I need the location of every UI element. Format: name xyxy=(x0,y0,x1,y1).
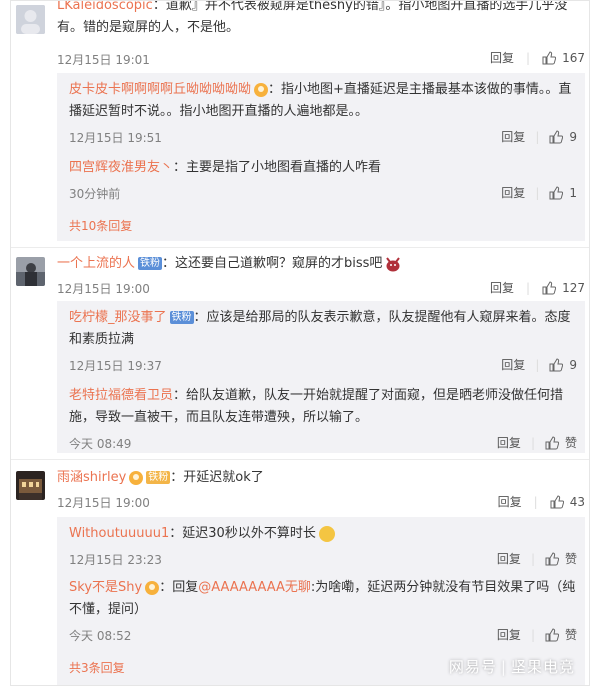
like-count: 赞 xyxy=(564,628,577,642)
like-count: 127 xyxy=(562,280,585,295)
fan-badge: 铁粉 xyxy=(138,257,163,270)
sub-reply-time: 12月15日 23:23 xyxy=(69,553,162,567)
sub-reply-text: 老特拉福德看卫员：给队友道歉，队友一开始就提醒了对面窥，但是晒老师没做任何措施，… xyxy=(69,388,564,425)
like-count: 9 xyxy=(569,129,577,144)
fan-badge: 铁粉 xyxy=(169,311,194,324)
reply-button[interactable]: 回复 xyxy=(497,434,521,451)
comment-actions: 回复 | 167 xyxy=(490,49,585,66)
sub-reply-text: Withoutuuuuu1：延迟30秒以外不算时长 xyxy=(69,523,577,545)
sub-reply-text: 四宫辉夜淮男友丶：主要是指了小地图看直播的人咋看 xyxy=(69,160,382,175)
reply-button[interactable]: 回复 xyxy=(497,550,521,567)
sub-reply-time: 30分钟前 xyxy=(69,187,121,201)
avatar[interactable] xyxy=(16,257,45,286)
laughing-emoji-icon xyxy=(318,525,335,542)
comment-time: 12月15日 19:01 xyxy=(57,53,150,67)
comment-user[interactable]: LKaleidoscopic xyxy=(57,1,153,13)
thumb-up-icon[interactable] xyxy=(549,129,564,144)
sub-reply-user[interactable]: 皮卡皮卡啊啊啊啊丘呦呦呦呦呦 xyxy=(69,82,251,97)
sub-reply-actions: 回复 | 9 xyxy=(501,128,577,145)
comment-text: LKaleidoscopic：道歉』并不代表被窥屏是theshy的错』。指小地图… xyxy=(57,0,568,35)
sub-reply-text: 皮卡皮卡啊啊啊啊丘呦呦呦呦呦 ：指小地图+直播延迟是主播最基本该做的事情。。直播延… xyxy=(69,82,572,119)
sub-reply-user[interactable]: Withoutuuuuu1 xyxy=(69,526,169,541)
sub-reply-time: 今天 08:52 xyxy=(69,629,132,643)
reply-button[interactable]: 回复 xyxy=(490,49,514,66)
thumb-up-icon[interactable] xyxy=(550,494,564,509)
like-count: 赞 xyxy=(564,552,577,566)
fan-badge: 铁粉 xyxy=(146,471,171,484)
watermark: 网易号 | 坚果电竞 xyxy=(448,658,575,676)
comment-time: 12月15日 19:00 xyxy=(57,282,150,296)
avatar[interactable] xyxy=(16,471,45,500)
sub-reply-user[interactable]: 吃柠檬_那没事了 xyxy=(69,310,167,325)
divider xyxy=(11,247,589,248)
comment-user[interactable]: 雨涵shirley xyxy=(57,470,126,485)
thumb-up-icon[interactable] xyxy=(549,185,564,200)
devil-emoji-icon xyxy=(386,256,401,271)
more-replies-link[interactable]: 共10条回复 xyxy=(69,217,132,234)
sub-reply-text: 吃柠檬_那没事了 铁粉 ：应该是给那局的队友表示歉意，队友提醒他有人窥屏来着。态度和… xyxy=(69,310,571,347)
sub-reply-time: 12月15日 19:51 xyxy=(69,131,162,145)
like-count: 9 xyxy=(569,357,577,372)
thumb-up-icon[interactable] xyxy=(542,280,557,295)
avatar[interactable] xyxy=(16,5,45,34)
reply-button[interactable]: 回复 xyxy=(501,356,525,373)
comment-user[interactable]: 一个上流的人 xyxy=(57,256,135,271)
sub-reply-actions: 回复 | 赞 xyxy=(496,626,577,643)
comment-actions: 回复 | 43 xyxy=(497,493,585,510)
comment-time: 12月15日 19:00 xyxy=(57,496,150,510)
sub-reply-text: Sky不是Shy ：回复@AAAAAAAA无聊:为啥嘞，延迟两分钟就没有节目效果了… xyxy=(69,580,576,617)
like-count: 43 xyxy=(569,494,585,509)
reply-button[interactable]: 回复 xyxy=(497,626,521,643)
reply-button[interactable]: 回复 xyxy=(501,128,525,145)
divider xyxy=(11,459,589,460)
comment-text: 一个上流的人 铁粉 ：这还要自己道歉啊？窥屏的才biss吧 xyxy=(57,253,587,275)
like-count: 1 xyxy=(569,185,577,200)
thumb-up-icon[interactable] xyxy=(545,551,559,566)
sub-reply-box: 吃柠檬_那没事了 铁粉 ：应该是给那局的队友表示歉意，队友提醒他有人窥屏来着。态度和… xyxy=(57,301,585,453)
thumb-up-icon[interactable] xyxy=(545,435,559,450)
sub-reply-actions: 回复 | 赞 xyxy=(496,550,577,567)
vip-icon xyxy=(254,82,269,97)
like-count: 167 xyxy=(562,50,585,65)
comment-panel: LKaleidoscopic：道歉』并不代表被窥屏是theshy的错』。指小地图… xyxy=(10,0,590,686)
reply-button[interactable]: 回复 xyxy=(490,279,514,296)
sub-reply-actions: 回复 | 赞 xyxy=(496,434,577,451)
more-replies-link[interactable]: 共3条回复 xyxy=(69,659,125,676)
comment-actions: 回复 | 127 xyxy=(490,279,585,296)
sub-reply-user[interactable]: 四宫辉夜淮男友丶 xyxy=(69,160,173,175)
mention-link[interactable]: @AAAAAAAA无聊 xyxy=(198,580,311,595)
thumb-up-icon[interactable] xyxy=(549,357,564,372)
comment-text: 雨涵shirley 铁粉 ：开延迟就ok了 xyxy=(57,470,264,485)
like-count: 赞 xyxy=(564,436,577,450)
sub-reply-actions: 回复 | 9 xyxy=(501,356,577,373)
reply-button[interactable]: 回复 xyxy=(498,493,522,510)
reply-button[interactable]: 回复 xyxy=(501,184,525,201)
thumb-up-icon[interactable] xyxy=(542,50,557,65)
sub-reply-box: 皮卡皮卡啊啊啊啊丘呦呦呦呦呦 ：指小地图+直播延迟是主播最基本该做的事情。。直播延… xyxy=(57,73,585,241)
sub-reply-time: 今天 08:49 xyxy=(69,437,132,451)
vip-icon xyxy=(129,470,144,485)
sub-reply-actions: 回复 | 1 xyxy=(501,184,577,201)
sub-reply-user[interactable]: 老特拉福德看卫员 xyxy=(69,388,173,403)
sub-reply-user[interactable]: Sky不是Shy xyxy=(69,580,142,595)
vip-icon xyxy=(145,580,160,595)
thumb-up-icon[interactable] xyxy=(545,627,559,642)
sub-reply-time: 12月15日 19:37 xyxy=(69,359,162,373)
